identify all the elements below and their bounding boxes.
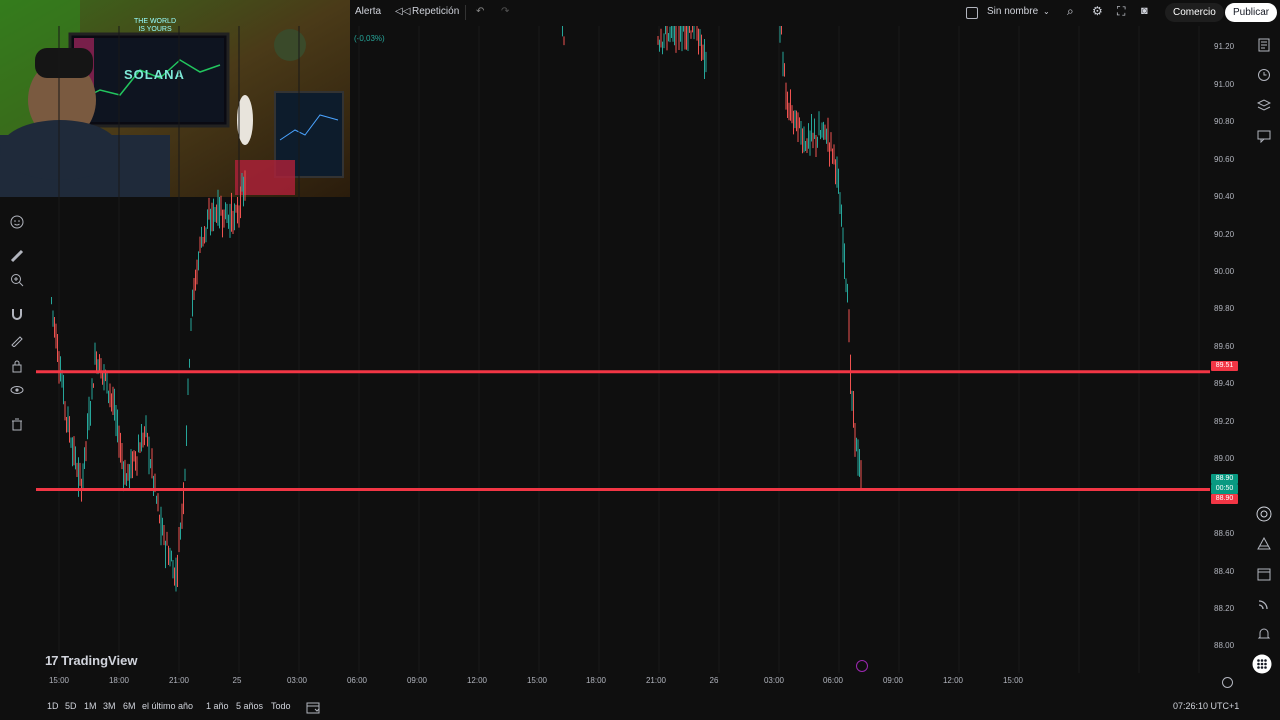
time-label: 18:00 (585, 676, 607, 685)
range-button[interactable]: 1M (84, 701, 97, 711)
goto-date-icon[interactable] (306, 701, 320, 720)
session-clock[interactable]: 07:26:10 UTC+1 (1173, 701, 1239, 711)
time-label: 09:00 (406, 676, 428, 685)
time-label: 21:00 (645, 676, 667, 685)
layout-name[interactable]: Sin nombre (987, 6, 1038, 17)
top-toolbar: Alerta ◁◁ Repetición ↶ ↷ Sin nombre ⌄ ⌕ … (350, 0, 1280, 26)
redo-icon[interactable]: ↷ (501, 6, 509, 17)
price-label: 90.00 (1214, 267, 1235, 276)
zoom-in-icon[interactable] (7, 270, 27, 290)
range-button[interactable]: 1 año (206, 701, 229, 711)
tradingview-logo-text: TradingView (61, 653, 138, 668)
settings-gear-icon[interactable]: ⚙ (1092, 4, 1103, 18)
range-button[interactable]: 5 años (236, 701, 263, 711)
price-chart[interactable] (36, 26, 1210, 673)
time-label: 15:00 (48, 676, 70, 685)
camera-icon[interactable]: ◙ (1141, 5, 1148, 17)
drawing-toolbar (0, 197, 36, 687)
time-label: 25 (232, 676, 242, 685)
tradingview-logo[interactable]: 17 TradingView (45, 653, 137, 668)
time-label: 15:00 (1002, 676, 1024, 685)
time-label: 06:00 (822, 676, 844, 685)
toolbar-divider (465, 5, 466, 20)
alert-button[interactable]: Alerta (355, 6, 381, 17)
price-label: 89.60 (1214, 342, 1235, 351)
line-upper-price-tag: 89.51 (1211, 361, 1238, 371)
time-label: 26 (709, 676, 719, 685)
price-label: 89.00 (1214, 454, 1235, 463)
price-scale[interactable]: 91.20 91.00 90.80 90.60 90.40 90.20 90.00 89.80… (1210, 26, 1248, 673)
time-label: 12:00 (942, 676, 964, 685)
price-label: 90.60 (1214, 155, 1235, 164)
undo-icon[interactable]: ↶ (476, 6, 484, 17)
time-label: 18:00 (108, 676, 130, 685)
price-label: 88.00 (1214, 641, 1235, 650)
event-lightning-icon[interactable] (856, 660, 868, 672)
range-button[interactable]: 5D (65, 701, 77, 711)
time-label: 03:00 (763, 676, 785, 685)
range-button[interactable]: 3M (103, 701, 116, 711)
fullscreen-icon[interactable]: ⛶ (1117, 4, 1125, 19)
chat-icon[interactable] (1254, 126, 1274, 146)
price-label: 90.80 (1214, 117, 1235, 126)
publish-button[interactable]: Publicar (1225, 3, 1278, 22)
ruler-icon[interactable] (7, 246, 27, 266)
layers-icon[interactable] (1254, 95, 1274, 115)
range-button[interactable]: 1D (47, 701, 59, 711)
time-label: 06:00 (346, 676, 368, 685)
time-label: 09:00 (882, 676, 904, 685)
lock-icon[interactable] (7, 356, 27, 376)
axis-settings-icon[interactable] (1222, 677, 1233, 688)
eye-icon[interactable] (7, 380, 27, 400)
ideas-triangle-icon[interactable] (1254, 534, 1274, 554)
time-label: 12:00 (466, 676, 488, 685)
time-label: 03:00 (286, 676, 308, 685)
tradingview-logo-icon: 17 (45, 653, 59, 668)
price-label: 89.40 (1214, 379, 1235, 388)
range-button[interactable]: el último año (142, 701, 193, 711)
price-label: 88.20 (1214, 604, 1235, 613)
layout-checkbox-icon[interactable] (966, 7, 978, 19)
price-label: 90.20 (1214, 230, 1235, 239)
trash-icon[interactable] (7, 414, 27, 434)
price-label: 89.20 (1214, 417, 1235, 426)
bottom-toolbar: 07:26:10 UTC+1 1D 5D 1M 3M 6M el último año 1 … (0, 696, 1280, 720)
time-label: 21:00 (168, 676, 190, 685)
emoji-icon[interactable] (7, 212, 27, 232)
calendar-icon[interactable] (1254, 564, 1274, 584)
countdown-tag: 00:50 (1211, 484, 1238, 494)
replay-button[interactable]: Repetición (412, 6, 459, 17)
range-button[interactable]: Todo (271, 701, 291, 711)
time-axis[interactable]: 15:00 18:00 21:00 25 03:00 06:00 09:00 12:00 15:… (36, 676, 1210, 692)
pencil-lock-icon[interactable] (7, 330, 27, 350)
price-label: 89.80 (1214, 304, 1235, 313)
target-icon[interactable] (1254, 504, 1274, 524)
trade-button[interactable]: Comercio (1165, 3, 1224, 22)
quick-search-icon[interactable]: ⌕ (1067, 4, 1074, 19)
price-label: 88.40 (1214, 567, 1235, 576)
notifications-bell-icon[interactable] (1254, 624, 1274, 644)
line-lower-price-tag: 88.90 (1211, 494, 1238, 504)
range-button[interactable]: 6M (123, 701, 136, 711)
news-feed-icon[interactable] (1254, 594, 1274, 614)
time-label: 15:00 (526, 676, 548, 685)
right-sidebar: ? (1248, 30, 1280, 720)
apps-grid-icon[interactable] (1252, 654, 1272, 674)
price-label: 91.00 (1214, 80, 1235, 89)
rewind-icon: ◁◁ (395, 6, 411, 17)
price-label: 91.20 (1214, 42, 1235, 51)
chevron-down-icon[interactable]: ⌄ (1043, 7, 1050, 16)
price-label: 88.60 (1214, 529, 1235, 538)
last-price-tag: 88.90 (1211, 474, 1238, 484)
price-label: 90.40 (1214, 192, 1235, 201)
alarm-clock-icon[interactable] (1254, 65, 1274, 85)
watchlist-icon[interactable] (1254, 35, 1274, 55)
magnet-icon[interactable] (7, 304, 27, 324)
